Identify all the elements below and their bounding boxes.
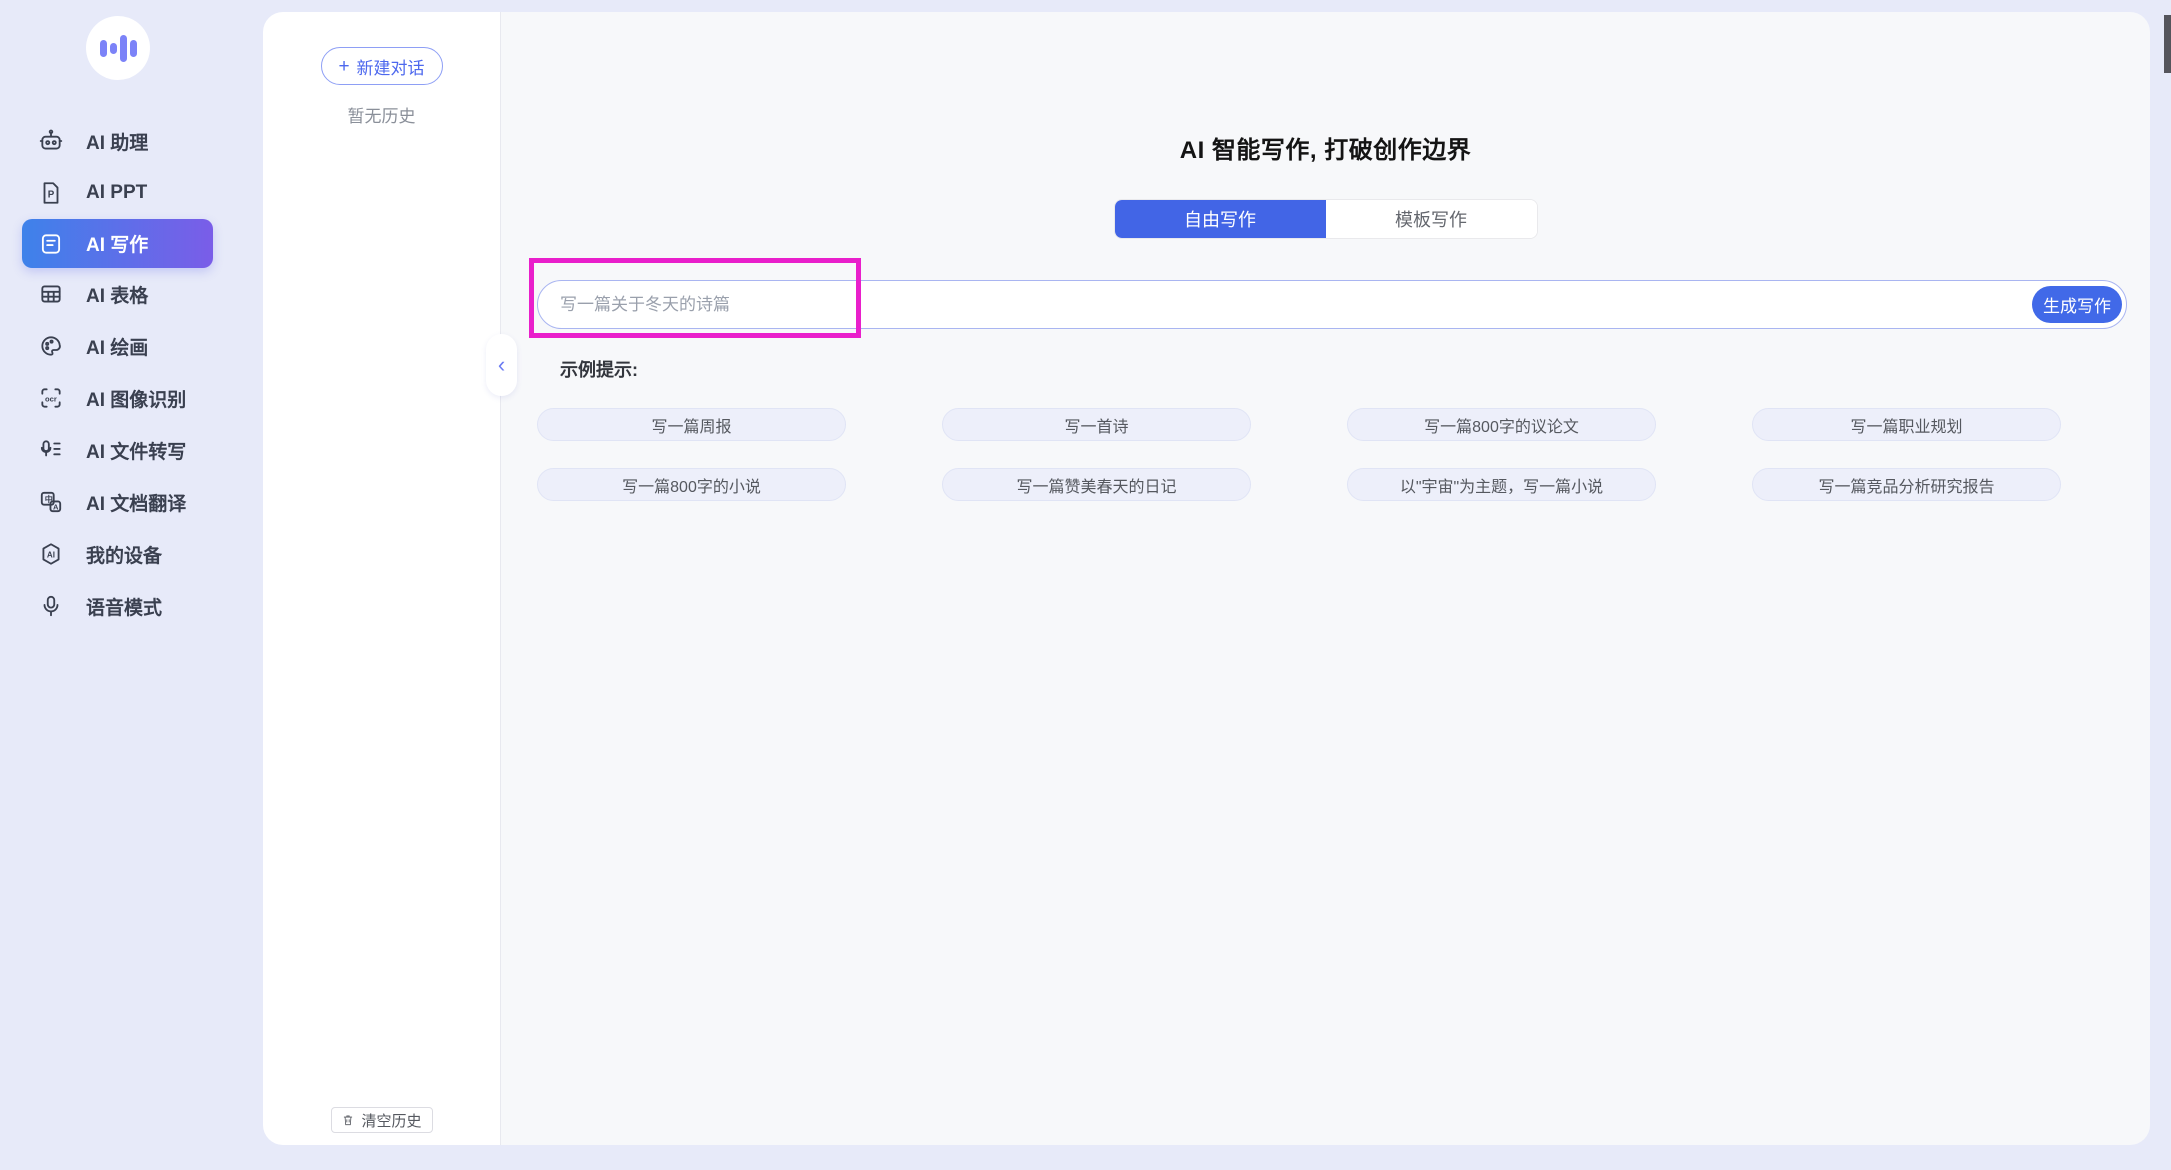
translate-icon: 中 A [38, 489, 64, 515]
example-chip[interactable]: 写一首诗 [942, 408, 1251, 441]
trash-icon [341, 1113, 355, 1127]
sidebar-item-ai-writing[interactable]: AI 写作 [22, 219, 213, 268]
robot-icon [38, 128, 64, 154]
example-chip[interactable]: 写一篇800字的议论文 [1347, 408, 1656, 441]
sidebar-item-label: 语音模式 [86, 593, 162, 620]
sidebar-item-label: AI 写作 [86, 230, 148, 257]
sidebar-item-label: AI PPT [86, 182, 147, 204]
main-panel: AI 智能写作, 打破创作边界 自由写作 模板写作 生成写作 示例提示: 写一篇… [501, 12, 2150, 1145]
prompt-input-row: 生成写作 [537, 280, 2127, 329]
ocr-scan-icon: ocr [38, 385, 64, 411]
table-icon [38, 281, 64, 307]
sidebar-item-label: AI 表格 [86, 281, 148, 308]
example-chip[interactable]: 写一篇赞美春天的日记 [942, 468, 1251, 501]
sidebar-item-ai-assistant[interactable]: AI 助理 [22, 115, 213, 167]
sidebar-item-ai-table[interactable]: AI 表格 [22, 268, 213, 320]
plus-icon: + [338, 57, 349, 76]
empty-history-text: 暂无历史 [263, 102, 500, 127]
sidebar: AI 助理 P AI PPT [0, 0, 263, 1170]
sidebar-item-label: 我的设备 [86, 541, 162, 568]
example-chip[interactable]: 以"宇宙"为主题，写一篇小说 [1347, 468, 1656, 501]
microphone-icon [38, 593, 64, 619]
clear-history-button[interactable]: 清空历史 [331, 1107, 433, 1133]
sidebar-item-label: AI 文件转写 [86, 437, 186, 464]
content-area: + 新建对话 暂无历史 清空历史 ‹ AI 智能写作, 打破创作边界 自由写作 … [263, 12, 2150, 1145]
sidebar-nav: AI 助理 P AI PPT [0, 115, 263, 632]
svg-text:A: A [53, 502, 59, 511]
sidebar-item-ai-image-recognition[interactable]: ocr AI 图像识别 [22, 372, 213, 424]
clear-history-label: 清空历史 [361, 1110, 421, 1131]
mic-file-icon [38, 437, 64, 463]
examples-grid: 写一篇周报 写一首诗 写一篇800字的议论文 写一篇职业规划 写一篇800字的小… [537, 408, 2150, 501]
example-chip[interactable]: 写一篇800字的小说 [537, 468, 846, 501]
writing-document-icon [38, 231, 64, 257]
ai-writing-app: AI 助理 P AI PPT [0, 0, 2171, 1170]
collapse-panel-button[interactable]: ‹ [486, 334, 517, 396]
example-chip[interactable]: 写一篇竞品分析研究报告 [1752, 468, 2061, 501]
example-chip[interactable]: 写一篇职业规划 [1752, 408, 2061, 441]
svg-text:P: P [48, 189, 55, 200]
tab-free-writing[interactable]: 自由写作 [1115, 200, 1326, 238]
sidebar-item-ai-ppt[interactable]: P AI PPT [22, 167, 213, 219]
chevron-left-icon: ‹ [498, 352, 505, 378]
sidebar-item-label: AI 助理 [86, 128, 148, 155]
sidebar-item-label: AI 图像识别 [86, 385, 186, 412]
sidebar-item-ai-painting[interactable]: AI 绘画 [22, 320, 213, 372]
svg-text:ocr: ocr [45, 394, 57, 403]
history-panel: + 新建对话 暂无历史 清空历史 [263, 12, 501, 1145]
new-chat-button[interactable]: + 新建对话 [321, 47, 443, 85]
sidebar-item-label: AI 文档翻译 [86, 489, 186, 516]
sidebar-item-ai-file-transcription[interactable]: AI 文件转写 [22, 424, 213, 476]
generate-button[interactable]: 生成写作 [2032, 286, 2122, 323]
waveform-logo-icon [98, 30, 138, 66]
tab-template-writing[interactable]: 模板写作 [1326, 200, 1537, 238]
svg-text:AI: AI [47, 551, 55, 560]
prompt-input[interactable] [537, 280, 2127, 329]
sidebar-item-label: AI 绘画 [86, 333, 148, 360]
sidebar-item-my-devices[interactable]: AI 我的设备 [22, 528, 213, 580]
scrollbar-thumb[interactable] [2164, 15, 2171, 73]
sidebar-item-ai-document-translation[interactable]: 中 A AI 文档翻译 [22, 476, 213, 528]
sidebar-item-voice-mode[interactable]: 语音模式 [22, 580, 213, 632]
example-chip[interactable]: 写一篇周报 [537, 408, 846, 441]
app-logo [86, 16, 150, 80]
ppt-document-icon: P [38, 180, 64, 206]
examples-label: 示例提示: [560, 356, 2150, 382]
page-title: AI 智能写作, 打破创作边界 [501, 130, 2150, 165]
device-ai-icon: AI [38, 541, 64, 567]
new-chat-label: 新建对话 [357, 54, 425, 79]
palette-icon [38, 333, 64, 359]
writing-mode-tabs: 自由写作 模板写作 [1114, 199, 1538, 239]
